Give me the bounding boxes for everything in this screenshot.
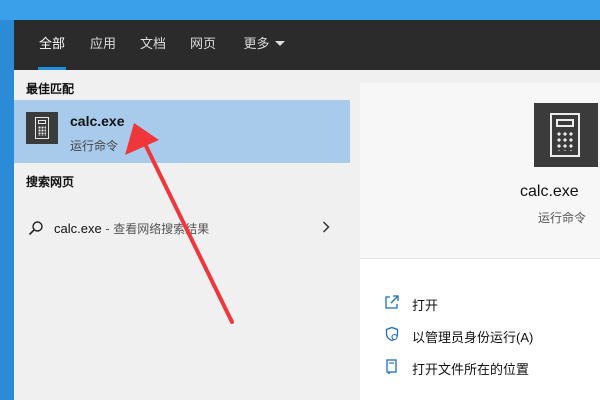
calculator-icon	[26, 112, 58, 144]
shield-icon	[385, 326, 399, 342]
calculator-icon-large	[534, 103, 598, 167]
open-icon	[385, 295, 399, 309]
results-list: 最佳匹配 calc.exe 运行命令 搜索网页 calc.exe - 查看网络搜…	[14, 70, 350, 400]
open-file-location-label: 打开文件所在的位置	[412, 362, 530, 377]
tab-all[interactable]: 全部	[28, 20, 76, 70]
folder-location-icon	[386, 359, 397, 374]
best-match-heading: 最佳匹配	[26, 82, 75, 96]
details-app-name: calc.exe	[520, 183, 579, 200]
web-search-result[interactable]: calc.exe - 查看网络搜索结果	[14, 213, 350, 243]
desktop-background	[0, 0, 600, 20]
run-as-admin-label: 以管理员身份运行(A)	[412, 330, 534, 345]
tab-web[interactable]: 网页	[182, 20, 224, 70]
tab-apps-label: 应用	[89, 36, 116, 51]
desktop-background-left	[0, 20, 14, 400]
tab-more-label: 更多	[243, 36, 270, 51]
caret-down-icon	[274, 41, 285, 46]
run-as-admin-action[interactable]: 以管理员身份运行(A)	[360, 320, 600, 350]
details-header: calc.exe 运行命令	[360, 83, 600, 259]
web-search-query: calc.exe	[54, 221, 102, 236]
tab-more[interactable]: 更多	[234, 20, 294, 70]
chevron-right-icon[interactable]	[322, 221, 330, 233]
best-match-subtitle: 运行命令	[70, 139, 119, 153]
open-action-label: 打开	[412, 298, 439, 313]
web-search-separator: -	[101, 221, 114, 236]
tab-all-label: 全部	[38, 36, 65, 51]
web-search-description: 查看网络搜索结果	[113, 222, 210, 236]
open-action[interactable]: 打开	[360, 288, 600, 318]
web-search-text: calc.exe - 查看网络搜索结果	[54, 220, 209, 237]
tab-apps[interactable]: 应用	[82, 20, 124, 70]
tab-documents[interactable]: 文档	[132, 20, 174, 70]
tab-documents-label: 文档	[139, 36, 166, 51]
search-panel: 全部 应用 文档 网页 更多 最佳匹配 calc.exe 运行命令 搜索网页 c…	[14, 20, 600, 400]
open-file-location-action[interactable]: 打开文件所在的位置	[360, 352, 600, 382]
web-search-heading: 搜索网页	[26, 175, 75, 189]
details-pane: calc.exe 运行命令 打开 以管理员身份运行(A) 打开文件所在的位置	[360, 83, 600, 400]
best-match-result[interactable]: calc.exe 运行命令	[14, 100, 350, 163]
search-icon	[28, 221, 43, 236]
details-app-type: 运行命令	[538, 211, 587, 225]
tab-web-label: 网页	[189, 36, 216, 51]
best-match-name: calc.exe	[70, 113, 125, 129]
search-tab-bar: 全部 应用 文档 网页 更多	[14, 20, 600, 70]
